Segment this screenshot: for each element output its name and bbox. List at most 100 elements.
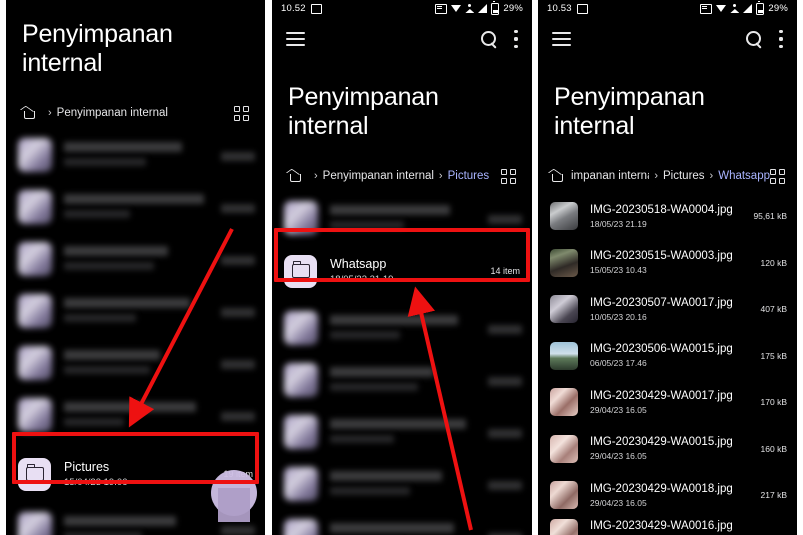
table-row[interactable]: IMG-20230429-WA0017.jpg 29/04/23 16.05 1…: [538, 379, 797, 426]
cast-icon: [310, 3, 322, 14]
sim-icon: [700, 3, 713, 14]
home-icon[interactable]: [22, 106, 37, 120]
sim-icon: [435, 3, 448, 14]
folder-date: 15/04/23 19.06: [64, 476, 128, 488]
breadcrumb-item-whatsapp[interactable]: Whatsapp: [718, 170, 770, 182]
file-thumbnail: [550, 295, 578, 324]
file-size: 95,61 kB: [753, 211, 787, 222]
list-item[interactable]: [272, 303, 532, 355]
scroll-thumb-bubble[interactable]: [211, 470, 257, 522]
phone-screen-whatsapp-folder: 10.53 29% Penyimpanan internal impanan i…: [538, 0, 797, 535]
hamburger-menu-icon[interactable]: [552, 32, 571, 46]
status-bar: 10.53 29%: [538, 0, 797, 17]
signal-icon: [743, 4, 753, 13]
folder-item-count: 14 item: [490, 266, 520, 276]
breadcrumb-item-internal-storage[interactable]: Penyimpanan internal: [57, 107, 168, 119]
file-thumbnail: [550, 341, 578, 370]
list-item[interactable]: [272, 193, 532, 245]
breadcrumb-separator: ›: [654, 170, 658, 182]
status-bar-clock: 10.52: [281, 3, 306, 14]
breadcrumb-item-pictures[interactable]: Pictures: [663, 170, 705, 182]
battery-percent: 29%: [768, 3, 788, 14]
folder-icon: [284, 254, 317, 288]
list-item[interactable]: [6, 390, 265, 442]
file-date: 06/05/23 17.46: [590, 358, 647, 369]
list-item[interactable]: [272, 407, 532, 459]
folder-row-text: Whatsapp 18/05/23 21.19: [330, 257, 393, 286]
cast-icon: [576, 3, 588, 14]
file-size: 160 kB: [760, 443, 787, 454]
battery-icon: [491, 0, 500, 15]
search-icon[interactable]: [746, 30, 763, 48]
file-name: IMG-20230515-WA0003.jpg: [590, 250, 733, 263]
list-item[interactable]: [6, 234, 265, 286]
breadcrumb-item-internal-storage[interactable]: impanan internal: [571, 170, 649, 182]
file-size: 175 kB: [760, 350, 787, 361]
file-date: 10/05/23 20.16: [590, 311, 647, 322]
grid-view-icon[interactable]: [501, 168, 516, 184]
file-list-blurred-upper: [272, 193, 532, 245]
app-bar: [272, 17, 532, 61]
status-bar-clock: 10.53: [547, 3, 572, 14]
battery-percent: 29%: [503, 3, 523, 14]
status-bar: 10.52 29%: [272, 0, 532, 17]
file-date: 29/04/23 16.05: [590, 497, 647, 508]
folder-icon: [18, 457, 51, 491]
file-name: IMG-20230429-WA0016.jpg: [590, 519, 733, 532]
file-size: 170 kB: [760, 397, 787, 408]
folder-row-whatsapp[interactable]: Whatsapp 18/05/23 21.19 14 item: [272, 247, 532, 295]
folder-name: Pictures: [64, 459, 110, 474]
grid-view-icon[interactable]: [234, 105, 249, 121]
kebab-menu-icon[interactable]: [779, 30, 783, 48]
search-icon[interactable]: [481, 30, 498, 48]
list-item[interactable]: [272, 355, 532, 407]
breadcrumb-separator: ›: [438, 170, 443, 182]
breadcrumb: › Penyimpanan internal › Pictures: [272, 159, 532, 193]
kebab-menu-icon[interactable]: [514, 30, 518, 48]
file-list-blurred: [6, 130, 265, 442]
list-item[interactable]: [6, 286, 265, 338]
hamburger-menu-icon[interactable]: [286, 32, 305, 46]
table-row[interactable]: IMG-20230515-WA0003.jpg 15/05/23 10.43 1…: [538, 240, 797, 287]
wifi-icon: [716, 5, 727, 12]
wifi-icon: [451, 5, 462, 12]
table-row[interactable]: IMG-20230507-WA0017.jpg 10/05/23 20.16 4…: [538, 286, 797, 333]
grid-view-icon[interactable]: [770, 168, 785, 184]
breadcrumb-item-internal-storage[interactable]: Penyimpanan internal: [323, 170, 434, 182]
file-size: 120 kB: [760, 257, 787, 268]
file-name: IMG-20230506-WA0015.jpg: [590, 343, 733, 356]
file-list-blurred-lower: [272, 303, 532, 535]
list-item[interactable]: [6, 182, 265, 234]
table-row[interactable]: IMG-20230506-WA0015.jpg 06/05/23 17.46 1…: [538, 333, 797, 380]
list-item[interactable]: [272, 459, 532, 511]
breadcrumb: impanan internal › Pictures › Whatsapp: [538, 159, 797, 193]
home-icon[interactable]: [550, 169, 565, 183]
phone-screen-pictures-folder: 10.52 29% Penyimpanan internal › Penyimp…: [272, 0, 532, 535]
breadcrumb: › Penyimpanan internal: [6, 96, 265, 130]
signal-icon: [478, 4, 488, 13]
folder-name: Whatsapp: [330, 256, 387, 271]
file-thumbnail: [550, 388, 578, 417]
home-icon[interactable]: [288, 169, 303, 183]
file-thumbnail: [550, 248, 578, 277]
file-thumbnail: [550, 481, 578, 510]
file-size: 217 kB: [760, 490, 787, 501]
breadcrumb-item-pictures[interactable]: Pictures: [448, 170, 490, 182]
table-row[interactable]: IMG-20230429-WA0018.jpg 29/04/23 16.05 2…: [538, 472, 797, 519]
file-name: IMG-20230429-WA0018.jpg: [590, 482, 733, 495]
list-item[interactable]: [272, 511, 532, 535]
file-date: 29/04/23 16.05: [590, 404, 647, 415]
table-row[interactable]: IMG-20230429-WA0016.jpg: [538, 518, 797, 535]
table-row[interactable]: IMG-20230518-WA0004.jpg 18/05/23 21.19 9…: [538, 193, 797, 240]
phone-screen-internal-storage: Penyimpanan internal › Penyimpanan inter…: [6, 0, 265, 535]
network-icon: [465, 4, 474, 13]
page-title: Penyimpanan internal: [22, 20, 173, 77]
battery-icon: [756, 0, 765, 15]
list-item[interactable]: [6, 130, 265, 182]
list-item[interactable]: [6, 338, 265, 390]
file-size: 407 kB: [760, 304, 787, 315]
table-row[interactable]: IMG-20230429-WA0015.jpg 29/04/23 16.05 1…: [538, 426, 797, 473]
file-date: 29/04/23 16.05: [590, 451, 647, 462]
breadcrumb-separator: ›: [709, 170, 714, 182]
file-name: IMG-20230429-WA0017.jpg: [590, 389, 733, 402]
